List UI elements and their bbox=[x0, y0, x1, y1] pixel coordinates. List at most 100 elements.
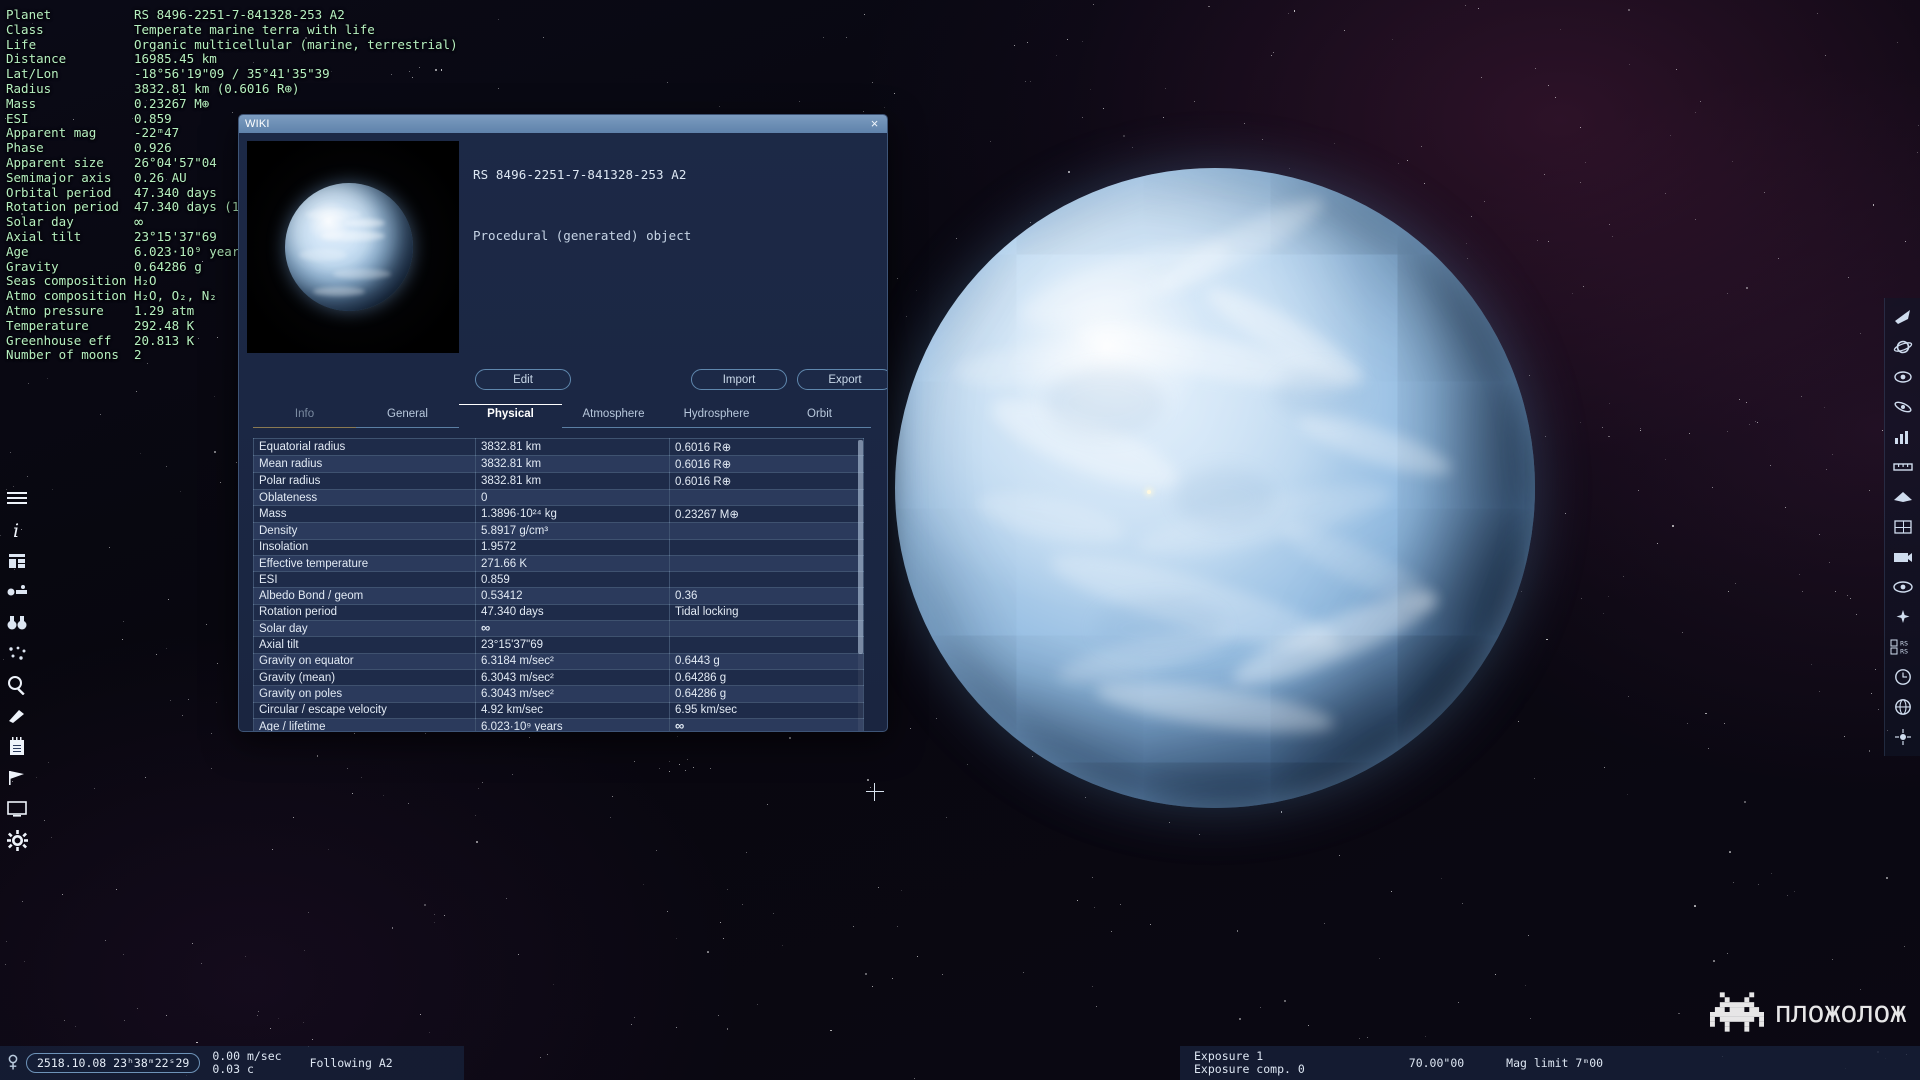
table-cell: 6.3043 m/sec² bbox=[475, 685, 670, 703]
tab-general[interactable]: General bbox=[356, 404, 459, 428]
table-row: Equatorial radius 3832.81 km 0.6016 R⊕ bbox=[253, 438, 864, 456]
wiki-window[interactable]: WIKI × RS 8496-2251-7-841328-253 A2 Proc… bbox=[238, 114, 888, 732]
hud-key: Phase bbox=[6, 140, 44, 156]
hud-value: 20.813 K bbox=[134, 332, 195, 348]
table-cell: ∞ bbox=[475, 620, 670, 638]
planet-sphere bbox=[895, 168, 1535, 808]
table-cell: 23°15'37"69 bbox=[475, 636, 670, 654]
import-button[interactable]: Import bbox=[691, 369, 787, 390]
clock-icon[interactable] bbox=[1885, 662, 1920, 692]
hud-value: ∞ bbox=[134, 213, 144, 232]
menu-icon[interactable] bbox=[2, 484, 32, 514]
table-cell: 0.6016 R⊕ bbox=[669, 438, 864, 456]
hud-value: 6.023·10⁹ years bbox=[134, 243, 247, 259]
datetime-field[interactable]: 2518.10.08 23ʰ38ᵐ22ˢ29 bbox=[26, 1053, 201, 1073]
status-bar-right: Exposure 1 Exposure comp. 0 70.00"00 Mag… bbox=[1180, 1046, 1920, 1080]
chart-icon[interactable] bbox=[1885, 422, 1920, 452]
tab-hydrosphere[interactable]: Hydrosphere bbox=[665, 404, 768, 428]
chart-icon[interactable] bbox=[2, 577, 32, 607]
grid-icon[interactable] bbox=[1885, 512, 1920, 542]
star-icon[interactable] bbox=[1885, 722, 1920, 752]
ruler-icon[interactable] bbox=[1885, 452, 1920, 482]
table-cell: 0.6016 R⊕ bbox=[669, 472, 864, 490]
speed-c: 0.03 c bbox=[212, 1062, 254, 1076]
hud-value: H₂O, O₂, N₂ bbox=[134, 288, 217, 304]
hud-value: Temperate marine terra with life bbox=[134, 21, 375, 37]
surface-highlight bbox=[1147, 490, 1151, 494]
table-cell: 0.859 bbox=[475, 571, 670, 589]
tab-orbit[interactable]: Orbit bbox=[768, 404, 871, 428]
table-row: Effective temperature 271.66 K bbox=[253, 554, 864, 573]
mouse-cursor bbox=[866, 783, 884, 801]
hud-row: Planet RS 8496-2251-7-841328-253 A2 bbox=[6, 7, 458, 23]
search-icon[interactable] bbox=[2, 670, 32, 700]
galaxy-icon[interactable] bbox=[1885, 392, 1920, 422]
table-cell: 5.8917 g/cm³ bbox=[475, 522, 670, 540]
table-row: Oblateness 0 bbox=[253, 488, 864, 507]
hud-key: Number of moons bbox=[6, 347, 119, 363]
sparkle-icon[interactable] bbox=[1885, 602, 1920, 632]
table-cell: Tidal locking bbox=[669, 603, 864, 622]
table-scrollbar-track[interactable] bbox=[858, 440, 863, 731]
globe-icon[interactable] bbox=[1885, 692, 1920, 722]
table-cell bbox=[669, 571, 864, 589]
table-cell: Age / lifetime bbox=[253, 717, 476, 731]
table-cell bbox=[669, 620, 864, 638]
planet-thumbnail bbox=[247, 141, 459, 353]
hud-key: Distance bbox=[6, 51, 67, 67]
table-row: Polar radius 3832.81 km 0.6016 R⊕ bbox=[253, 472, 864, 490]
hud-value: 0.23267 M⊕ bbox=[134, 95, 210, 111]
table-cell: 0 bbox=[475, 488, 670, 507]
table-row: Mean radius 3832.81 km 0.6016 R⊕ bbox=[253, 455, 864, 473]
table-cell: Insolation bbox=[253, 538, 476, 556]
table-cell: Oblateness bbox=[253, 488, 476, 507]
gear-icon[interactable] bbox=[2, 825, 32, 855]
hud-value: 2 bbox=[134, 347, 142, 363]
orbit-icon[interactable] bbox=[1885, 362, 1920, 392]
svg-text:RS: RS bbox=[1900, 649, 1908, 656]
camera-icon[interactable] bbox=[1885, 542, 1920, 572]
flag-icon[interactable] bbox=[2, 763, 32, 793]
eye-icon[interactable] bbox=[1885, 572, 1920, 602]
tab-atmosphere[interactable]: Atmosphere bbox=[562, 404, 665, 428]
brush-icon[interactable] bbox=[2, 701, 32, 731]
wiki-title-bar[interactable]: WIKI × bbox=[239, 115, 887, 133]
planet-info-icon[interactable] bbox=[2, 546, 32, 576]
binoculars-icon[interactable] bbox=[2, 608, 32, 638]
hud-key: Axial tilt bbox=[6, 228, 82, 244]
table-cell bbox=[669, 636, 864, 654]
planet-icon[interactable] bbox=[1885, 332, 1920, 362]
table-cell: Gravity on equator bbox=[253, 652, 476, 670]
hud-row: Lat/Lon -18°56'19"09 / 35°41'35"39 bbox=[6, 66, 458, 82]
table-cell: 4.92 km/sec bbox=[475, 701, 670, 719]
table-cell: Gravity on poles bbox=[253, 685, 476, 703]
edit-button[interactable]: Edit bbox=[475, 369, 571, 390]
ship-icon[interactable] bbox=[1885, 482, 1920, 512]
info-icon[interactable]: i bbox=[2, 515, 32, 545]
table-cell: Mass bbox=[253, 505, 476, 524]
table-cell: 6.95 km/sec bbox=[669, 701, 864, 719]
close-icon[interactable]: × bbox=[867, 116, 882, 131]
planet-render bbox=[861, 134, 1569, 842]
notebook-icon[interactable] bbox=[2, 732, 32, 762]
left-toolbar[interactable]: i bbox=[2, 484, 34, 856]
table-scrollbar-thumb[interactable] bbox=[858, 440, 863, 654]
rs-icon[interactable]: RS RS bbox=[1885, 632, 1920, 662]
table-cell: 271.66 K bbox=[475, 554, 670, 573]
export-button[interactable]: Export bbox=[797, 369, 887, 390]
wiki-tabs[interactable]: Info General Physical Atmosphere Hydrosphere… bbox=[247, 404, 877, 428]
table-cell: Albedo Bond / geom bbox=[253, 587, 476, 605]
spaceengine-screen: Planet RS 8496-2251-7-841328-253 A2 Class T… bbox=[0, 0, 1920, 1080]
rocket-icon[interactable] bbox=[1885, 302, 1920, 332]
table-row: Age / lifetime 6.023·10⁹ years ∞ bbox=[253, 717, 864, 731]
monitor-icon[interactable] bbox=[2, 794, 32, 824]
table-cell: Axial tilt bbox=[253, 636, 476, 654]
table-cell: 6.3043 m/sec² bbox=[475, 668, 670, 687]
dots-icon[interactable] bbox=[2, 639, 32, 669]
tab-physical[interactable]: Physical bbox=[459, 404, 562, 428]
table-row: Density 5.8917 g/cm³ bbox=[253, 522, 864, 540]
table-cell: Rotation period bbox=[253, 603, 476, 622]
right-toolbar[interactable]: RS RS bbox=[1884, 298, 1920, 756]
table-cell: 1.9572 bbox=[475, 538, 670, 556]
mag-limit-label: Mag limit 7ᵐ00 bbox=[1506, 1056, 1604, 1070]
